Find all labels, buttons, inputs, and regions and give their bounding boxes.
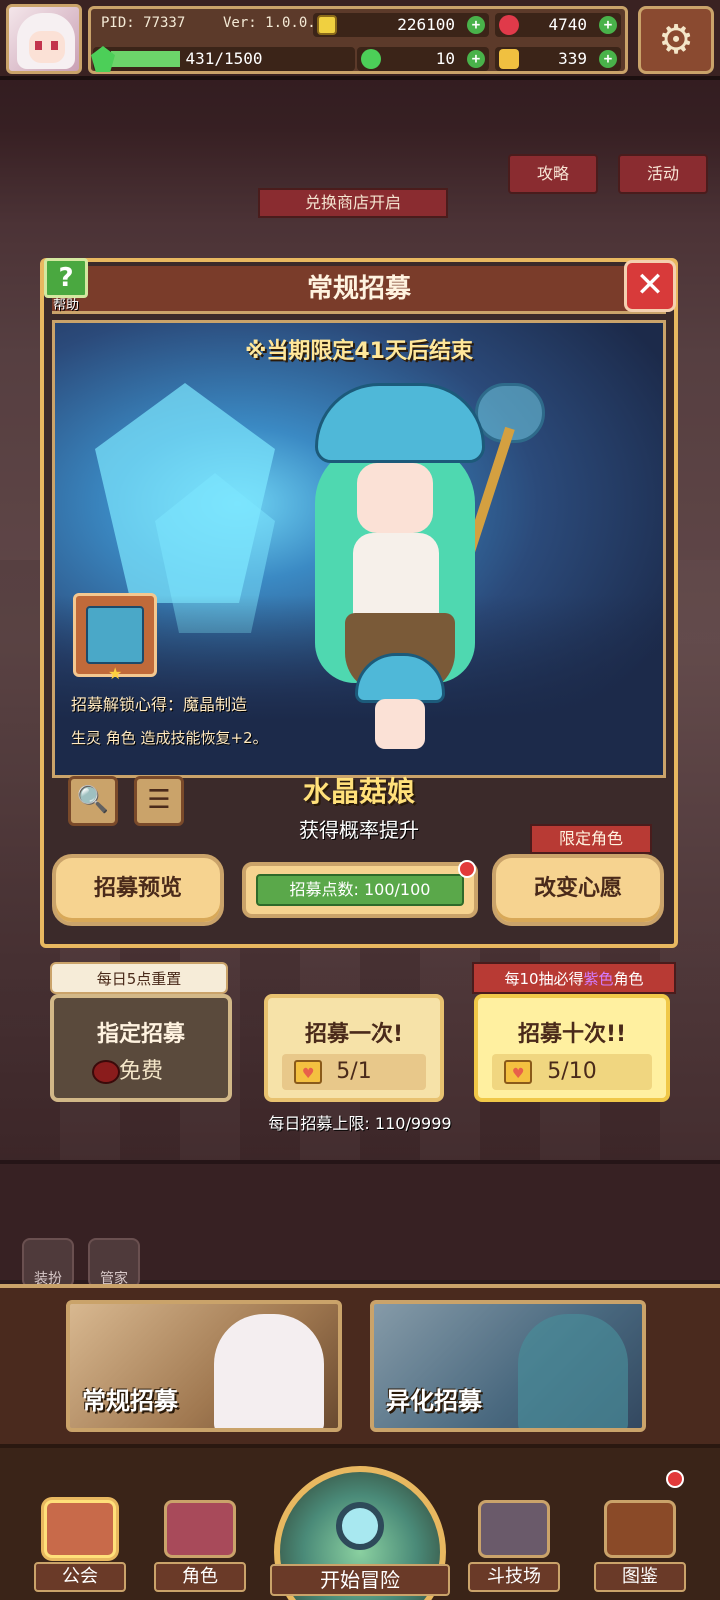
recruit-points-label: 招募点数: 100/100 [256, 874, 464, 906]
recruit-once-title: 招募一次! [304, 1022, 404, 1047]
gold-amount: 226100 [397, 15, 455, 34]
stamina-bar: 431/1500 [91, 46, 355, 72]
key-amount: 339 [558, 49, 587, 68]
codex-notification-dot [666, 1470, 684, 1488]
settings-gear-icon[interactable]: ⚙ [638, 6, 714, 74]
player-id: PID: 77337 [101, 15, 186, 31]
nav-codex-label: 图鉴 [594, 1562, 686, 1592]
daily-reset-tag: 每日5点重置 [50, 962, 228, 994]
alien-recruit-tab[interactable]: 异化招募 [370, 1300, 646, 1432]
gold-coin-icon [317, 15, 337, 35]
help-label: 帮助 [52, 298, 79, 313]
key-resource: 339 + [495, 47, 621, 71]
clover-resource: 10 + [357, 47, 489, 71]
alien-pool-label: 异化招募 [386, 1387, 482, 1415]
change-wish-button[interactable]: 改变心愿 [492, 854, 664, 926]
designate-recruit-cost: 免费 [68, 1054, 214, 1090]
recruit-once-button[interactable]: 招募一次! 5/1 [264, 994, 444, 1102]
gem-amount: 4740 [548, 15, 587, 34]
add-gem-button[interactable]: + [599, 16, 617, 34]
character-face-icon [164, 1500, 236, 1558]
limited-time-notice: ※当期限定41天后结束 [244, 339, 473, 364]
designate-recruit-title: 指定招募 [96, 1022, 185, 1047]
nav-guild-label: 公会 [34, 1562, 126, 1592]
help-button[interactable]: ? 帮助 [42, 258, 90, 314]
mushroom-pet-illustration [355, 653, 445, 753]
nav-character-label: 角色 [154, 1562, 246, 1592]
guide-button[interactable]: 攻略 [508, 154, 598, 194]
character-banner: ※当期限定41天后结束 ★ 招募解锁心得：魔晶制造 生灵 角色 造成技能恢复+2… [52, 320, 666, 778]
top-hud: PID: 77337 Ver: 1.0.0.0 226100 + 4740 + … [0, 0, 720, 80]
key-icon [499, 49, 519, 69]
add-gold-button[interactable]: + [467, 16, 485, 34]
modal-title: 常规招募 [52, 266, 666, 314]
regular-pool-character [214, 1314, 324, 1428]
daily-recruit-limit: 每日招募上限: 110/9999 [268, 1114, 452, 1133]
heart-ticket-icon [294, 1056, 322, 1092]
crossed-swords-icon [478, 1500, 550, 1558]
nav-codex[interactable]: 图鉴 [588, 1492, 692, 1592]
recruit-ten-button[interactable]: 招募十次!! 5/10 [474, 994, 670, 1102]
red-orb-icon [92, 1060, 120, 1084]
recruit-once-cost: 5/1 [282, 1054, 426, 1092]
game-version: Ver: 1.0.0.0 [223, 15, 325, 31]
event-button[interactable]: 活动 [618, 154, 708, 194]
guild-house-icon [44, 1500, 116, 1558]
butler-button[interactable]: 管家 [88, 1238, 140, 1288]
alien-pool-character [518, 1314, 628, 1428]
regular-recruit-tab[interactable]: 常规招募 [66, 1300, 342, 1432]
recruit-preview-button[interactable]: 招募预览 [52, 854, 224, 926]
magnifier-icon [336, 1502, 384, 1550]
close-button[interactable]: ✕ [624, 260, 676, 312]
recruit-ten-cost: 5/10 [492, 1054, 652, 1092]
skill-unlock-text: 招募解锁心得：魔晶制造 [71, 695, 248, 714]
character-name: 水晶菇娘 [302, 775, 415, 808]
heart-ticket-icon [504, 1056, 532, 1092]
dress-up-button[interactable]: 装扮 [22, 1238, 74, 1288]
gem-resource: 4740 + [495, 13, 621, 37]
add-clover-button[interactable]: + [467, 50, 485, 68]
regular-recruit-modal: 常规招募 ? 帮助 ✕ ※当期限定41天后结束 ★ 招募解锁心得：魔晶制造 生灵… [40, 258, 678, 948]
designate-recruit-button[interactable]: 指定招募 免费 [50, 994, 232, 1102]
question-mark-icon: ? [44, 258, 88, 298]
notification-dot [458, 860, 476, 878]
shop-open-banner: 兑换商店开启 [258, 188, 448, 218]
red-gem-icon [499, 15, 519, 35]
nav-start-adventure[interactable]: 开始冒险 [270, 1466, 450, 1600]
book-icon [604, 1500, 676, 1558]
regular-pool-label: 常规招募 [82, 1387, 178, 1415]
clover-icon [361, 49, 381, 69]
clover-amount: 10 [435, 49, 455, 68]
star-icon: ★ [108, 664, 123, 683]
nav-arena-label: 斗技场 [468, 1562, 560, 1592]
nav-start-label: 开始冒险 [270, 1564, 450, 1596]
gold-resource: 226100 + [313, 13, 489, 37]
recruit-points: 招募点数: 100/100 [242, 862, 478, 918]
player-info-panel: PID: 77337 Ver: 1.0.0.0 226100 + 4740 + … [88, 6, 628, 74]
nav-arena[interactable]: 斗技场 [462, 1492, 566, 1592]
skill-description: 生灵 角色 造成技能恢复+2。 [71, 729, 268, 747]
nav-character[interactable]: 角色 [148, 1492, 252, 1592]
bottom-navigation: 公会 角色 开始冒险 斗技场 图鉴 [0, 1444, 720, 1600]
limited-role-tag: 限定角色 [530, 824, 652, 854]
skill-book-icon[interactable]: ★ [73, 593, 157, 682]
add-key-button[interactable]: + [599, 50, 617, 68]
pool-selection-panel: 常规招募 异化招募 [0, 1284, 720, 1444]
player-avatar[interactable] [6, 4, 82, 74]
recruit-ten-title: 招募十次!! [517, 1022, 627, 1047]
stamina-value: 431/1500 [185, 49, 263, 68]
guarantee-tag: 每10抽必得紫色角色 [472, 962, 676, 994]
nav-guild[interactable]: 公会 [28, 1492, 132, 1592]
